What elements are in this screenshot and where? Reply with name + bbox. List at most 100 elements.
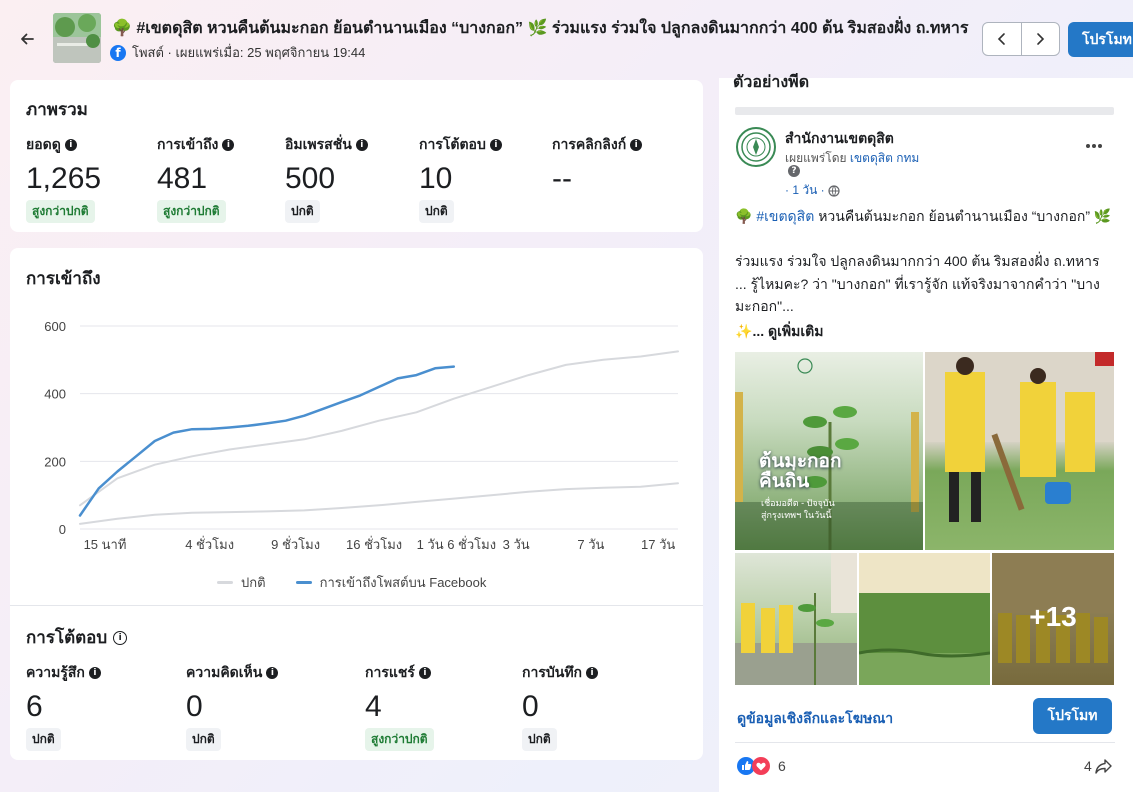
- metric-value: 0: [186, 690, 203, 723]
- promote-button[interactable]: โปรโมท: [1033, 698, 1112, 734]
- metric-value: 6: [26, 690, 43, 723]
- metric-value: 0: [522, 690, 539, 723]
- metric-value: --: [552, 162, 572, 195]
- x-tick-label: 16 ชั่วโมง: [346, 536, 402, 552]
- shares-count: 4: [1084, 758, 1092, 774]
- metric-label: การเข้าถึง: [157, 136, 219, 152]
- post-title: 🌳 #เขตดุสิต หวนคืนต้นมะกอก ย้อนตำนานเมือ…: [112, 20, 969, 37]
- legend-swatch: [295, 581, 312, 584]
- chevron-left-icon: [997, 33, 1005, 45]
- info-icon[interactable]: i: [64, 139, 77, 151]
- poster-title: ต้นมะกอก คืนถิ่น: [759, 451, 842, 492]
- post-body-text: หวนคืนต้นมะกอก ย้อนตำนานเมือง “บางกอก”: [818, 208, 1090, 224]
- info-icon[interactable]: i: [88, 667, 101, 679]
- info-icon[interactable]: i: [630, 139, 643, 151]
- x-tick-label: 17 วัน: [641, 537, 675, 552]
- metric-label: ยอดดู: [26, 136, 61, 152]
- info-icon[interactable]: i: [113, 630, 128, 645]
- metric-reactions: ความรู้สึก i 6 ปกติ: [26, 662, 101, 751]
- reactions-divider: [735, 742, 1115, 743]
- metric-reach: การเข้าถึง i 481 สูงกว่าปกติ: [157, 134, 235, 223]
- reactions-summary[interactable]: 6: [737, 757, 786, 775]
- post-image-planting[interactable]: [925, 352, 1114, 550]
- post-image-more[interactable]: +13: [992, 553, 1114, 685]
- metric-shares: การแชร์ i 4 สูงกว่าปกติ: [365, 662, 434, 751]
- legend-label: การเข้าถึงโพสต์บน Facebook: [319, 575, 487, 590]
- info-icon[interactable]: i: [418, 667, 431, 679]
- info-icon[interactable]: i: [355, 139, 368, 151]
- hedge-photo: [859, 553, 990, 685]
- overview-card: ภาพรวม ยอดดู i 1,265 สูงกว่าปกติ การเข้าถ…: [10, 80, 703, 232]
- chevron-right-icon: [1037, 33, 1045, 45]
- post-meta: f โพสต์ · เผยแพร่เมื่อ: 25 พฤศจิกายน 19:…: [110, 42, 365, 63]
- metric-label: การแชร์: [365, 664, 415, 680]
- poster-subtitle-line: สู่กรุงเทพฯ ในวันนี้: [761, 510, 832, 520]
- published-by: เผยแพร่โดย เขตดุสิต กทม: [785, 149, 919, 168]
- engagement-title: การโต้ตอบ i: [26, 624, 128, 651]
- arrow-left-icon: [21, 33, 34, 45]
- status-badge: ปกติ: [26, 728, 61, 751]
- post-thumbnail: [53, 13, 101, 63]
- post-time-text: · 1 วัน ·: [785, 183, 825, 197]
- post-image-hedge[interactable]: [859, 553, 990, 685]
- status-badge: ปกติ: [285, 200, 320, 223]
- info-icon[interactable]: i: [266, 667, 279, 679]
- x-tick-label: 1 วัน 6 ชั่วโมง: [417, 536, 497, 552]
- post-body-text: มะกอก"...: [735, 298, 794, 314]
- metric-views: ยอดดู i 1,265 สูงกว่าปกติ: [26, 134, 101, 223]
- post-body-line-3: ... รู้ไหมคะ? ว่า "บางกอก" ที่เรารู้จัก …: [735, 273, 1115, 317]
- legend-label: ปกติ: [241, 575, 266, 590]
- status-badge: สูงกว่าปกติ: [26, 200, 95, 223]
- legend-swatch: [217, 581, 233, 584]
- feed-preview-panel: ตัวอย่างพีด สำนักงานเขตดุสิต เผยแพร่โดย …: [719, 74, 1133, 792]
- shares-summary[interactable]: 4: [1084, 758, 1113, 774]
- post-header: 🌳 #เขตดุสิต หวนคืนต้นมะกอก ย้อนตำนานเมือ…: [0, 0, 1133, 78]
- post-time: · 1 วัน ·: [785, 181, 840, 200]
- info-icon[interactable]: i: [222, 139, 235, 151]
- share-icon: [1095, 759, 1112, 774]
- next-post-button[interactable]: [1022, 23, 1060, 55]
- y-tick-label: 0: [59, 522, 66, 537]
- see-more-link[interactable]: ✨... ดูเพิ่มเติม: [735, 320, 1115, 342]
- series-line: [79, 482, 679, 525]
- y-tick-label: 200: [44, 454, 66, 469]
- page-name[interactable]: สำนักงานเขตดุสิต: [785, 128, 894, 150]
- status-badge: ปกติ: [186, 728, 221, 751]
- info-icon[interactable]: i: [489, 139, 502, 151]
- metric-value: 10: [419, 162, 453, 195]
- previous-post-button[interactable]: [983, 23, 1022, 55]
- back-button[interactable]: [14, 26, 40, 52]
- poster-subtitle: เชื่อมอดีต - ปัจจุบัน สู่กรุงเทพฯ ในวันน…: [761, 497, 835, 521]
- help-icon[interactable]: ?: [788, 165, 800, 177]
- group-photo: [735, 553, 857, 685]
- post-meta-text: โพสต์ · เผยแพร่เมื่อ: 25 พฤศจิกายน 19:44: [132, 45, 366, 60]
- published-by-link[interactable]: เขตดุสิต กทม: [850, 151, 919, 165]
- metric-engagement: การโต้ตอบ i 10 ปกติ: [419, 134, 502, 223]
- planting-photo: [925, 352, 1114, 522]
- status-badge: สูงกว่าปกติ: [157, 200, 226, 223]
- poster-subtitle-line: เชื่อมอดีต - ปัจจุบัน: [761, 498, 835, 508]
- overview-title: ภาพรวม: [26, 100, 88, 119]
- status-badge: ปกติ: [419, 200, 454, 223]
- post-image-poster[interactable]: ต้นมะกอก คืนถิ่น เชื่อมอดีต - ปัจจุบัน ส…: [735, 352, 923, 550]
- metric-label: ความรู้สึก: [26, 664, 85, 680]
- metric-comments: ความคิดเห็น i 0 ปกติ: [186, 662, 279, 751]
- x-tick-label: 7 วัน: [577, 537, 604, 552]
- section-divider: [10, 605, 703, 606]
- insights-and-ads-link[interactable]: ดูข้อมูลเชิงลึกและโฆษณา: [737, 708, 893, 730]
- metric-saves: การบันทึก i 0 ปกติ: [522, 662, 599, 751]
- metric-label: การโต้ตอบ: [419, 136, 486, 152]
- legend-normal: ปกติ: [217, 572, 266, 593]
- promote-top-button[interactable]: โปรโมท: [1068, 22, 1133, 57]
- chart-legend: ปกติ การเข้าถึงโพสต์บน Facebook: [217, 572, 516, 593]
- metric-impressions: อิมเพรสชั่น i 500 ปกติ: [285, 134, 368, 223]
- info-icon[interactable]: i: [586, 667, 599, 679]
- metric-label: ความคิดเห็น: [186, 664, 263, 680]
- page-avatar[interactable]: [736, 127, 776, 167]
- more-options-button[interactable]: [1085, 136, 1103, 154]
- status-badge: สูงกว่าปกติ: [365, 728, 434, 751]
- post-image-group[interactable]: [735, 553, 857, 685]
- reach-card: การเข้าถึง 0 200 400 600 15 นาที 4 ชั่วโมง 9 ช…: [10, 248, 703, 760]
- x-tick-label: 9 ชั่วโมง: [271, 536, 320, 552]
- hashtag-link[interactable]: #เขตดุสิต: [756, 208, 814, 224]
